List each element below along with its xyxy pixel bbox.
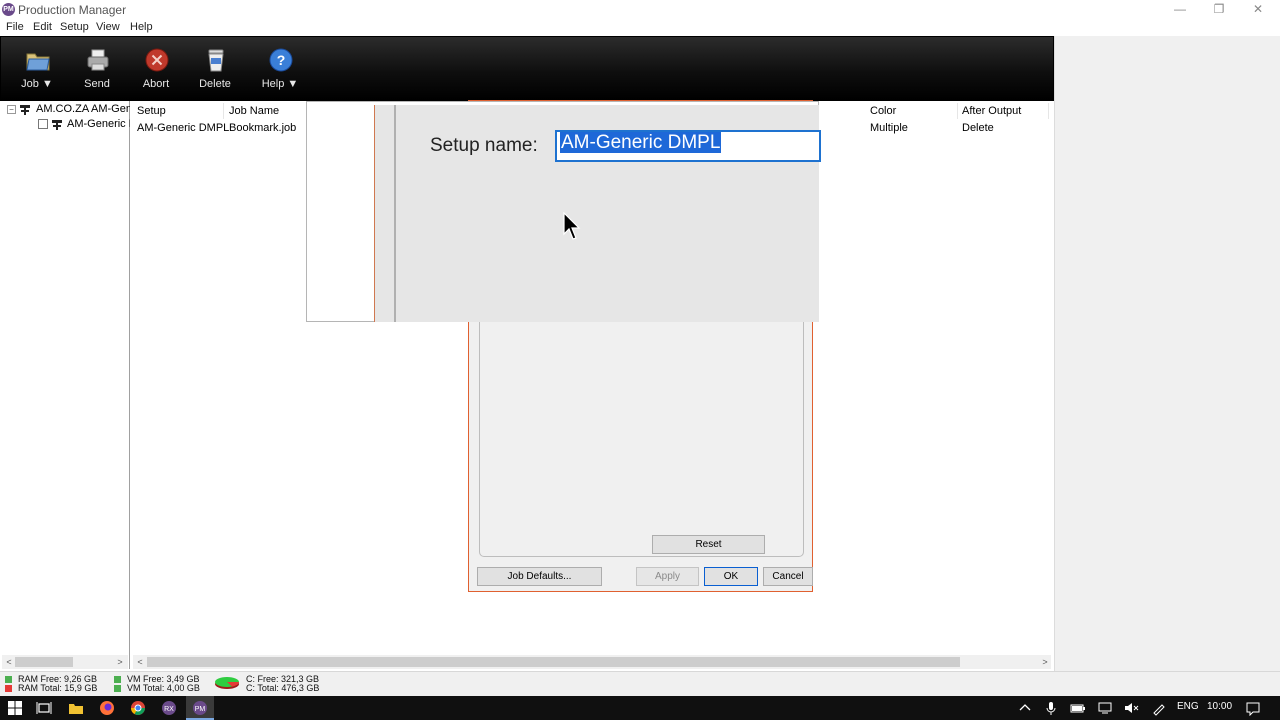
tree-child-item[interactable]: AM-Generic DMPL <box>51 118 130 132</box>
tree-root-label: AM.CO.ZA AM-Generic DMPL <box>36 103 130 115</box>
help-label: Help <box>261 78 285 90</box>
toolbar: Job ▼ Send Abort Delete ? Help ▼ <box>0 36 1054 101</box>
vm-total: VM Total: 4,00 GB <box>127 683 200 693</box>
battery-icon[interactable] <box>1070 700 1086 716</box>
printer-node-icon <box>20 105 30 115</box>
cell-after-output: Delete <box>962 122 994 134</box>
scroll-left-arrow[interactable]: < <box>2 655 16 669</box>
tree-root-item[interactable]: AM.CO.ZA AM-Generic DMPL <box>19 103 130 117</box>
scroll-right-arrow[interactable]: > <box>1038 655 1052 669</box>
abort-button[interactable]: Abort <box>128 44 184 96</box>
status-bar: RAM Free: 9,26 GB RAM Total: 15,9 GB VM … <box>0 671 1280 696</box>
send-button[interactable]: Send <box>69 44 125 96</box>
cell-color: Multiple <box>870 122 908 134</box>
list-horizontal-scrollbar[interactable]: < > <box>133 655 1051 669</box>
windows-start-icon[interactable] <box>7 700 23 716</box>
column-header-after-output[interactable]: After Output <box>962 105 1021 117</box>
scroll-right-arrow[interactable]: > <box>113 655 127 669</box>
window-title: Production Manager <box>18 3 127 17</box>
tree-child-label: AM-Generic DMPL <box>67 118 130 130</box>
language-indicator[interactable]: ENG <box>1177 701 1199 712</box>
delete-label: Delete <box>199 78 231 90</box>
production-manager-taskbar-icon[interactable]: PM <box>192 700 208 716</box>
setup-name-input[interactable]: AM-Generic DMPL <box>555 130 821 162</box>
taskbar: RX PM ENG 10:00 <box>0 696 1280 720</box>
column-separator <box>1048 103 1049 119</box>
file-explorer-icon[interactable] <box>68 700 84 716</box>
restore-button[interactable]: ❐ <box>1199 0 1239 20</box>
help-button[interactable]: ? Help ▼ <box>252 44 308 96</box>
scroll-left-arrow[interactable]: < <box>133 655 147 669</box>
cell-job-name: Bookmark.job <box>229 122 297 134</box>
column-header-setup[interactable]: Setup <box>137 105 166 117</box>
ram-total: RAM Total: 15,9 GB <box>18 683 98 693</box>
cell-setup: AM-Generic DMPL <box>137 122 230 134</box>
help-question-icon: ? <box>269 48 293 72</box>
close-button[interactable]: ✕ <box>1238 0 1278 20</box>
scroll-thumb[interactable] <box>15 657 73 667</box>
column-separator <box>223 103 224 119</box>
panel-divider <box>394 105 396 322</box>
menu-view[interactable]: View <box>96 21 120 33</box>
disk-usage-pie-icon <box>215 677 240 689</box>
scroll-thumb[interactable] <box>147 657 960 667</box>
network-icon[interactable] <box>1097 700 1113 716</box>
rx-app-icon[interactable]: RX <box>161 700 177 716</box>
ok-button[interactable]: OK <box>704 567 758 586</box>
menu-setup[interactable]: Setup <box>60 21 89 33</box>
vm-free-swatch <box>114 676 121 683</box>
job-button[interactable]: Job ▼ <box>9 44 65 96</box>
chrome-icon[interactable] <box>130 700 146 716</box>
clock[interactable]: 10:00 <box>1207 701 1232 712</box>
folder-icon <box>26 53 50 71</box>
title-bar: PM Production Manager — ❐ ✕ <box>0 0 1280 20</box>
pen-icon[interactable] <box>1151 700 1167 716</box>
send-label: Send <box>84 78 110 90</box>
ram-free-swatch <box>5 676 12 683</box>
notifications-icon[interactable] <box>1245 700 1261 716</box>
tree-child-checkbox[interactable] <box>38 119 48 129</box>
column-header-job-name[interactable]: Job Name <box>229 105 279 117</box>
svg-text:PM: PM <box>195 706 206 713</box>
abort-label: Abort <box>142 78 170 90</box>
firefox-icon[interactable] <box>99 700 115 716</box>
ram-total-swatch <box>5 685 12 692</box>
printer-icon <box>87 49 109 71</box>
microphone-icon[interactable] <box>1043 700 1059 716</box>
apply-button[interactable]: Apply <box>636 567 699 586</box>
setup-node-icon <box>52 120 62 130</box>
vm-total-swatch <box>114 685 121 692</box>
mouse-cursor-icon <box>563 212 581 240</box>
svg-text:?: ? <box>277 52 286 68</box>
reset-button[interactable]: Reset <box>652 535 765 554</box>
delete-button[interactable]: Delete <box>187 44 243 96</box>
svg-text:RX: RX <box>164 706 174 713</box>
job-defaults-button[interactable]: Job Defaults... <box>477 567 602 586</box>
chevron-up-icon[interactable] <box>1017 700 1033 716</box>
printer-tree: − AM.CO.ZA AM-Generic DMPL AM-Generic DM… <box>2 101 130 669</box>
options-group-box <box>479 311 804 557</box>
disk-total: C: Total: 476,3 GB <box>246 683 320 693</box>
abort-x-icon <box>145 48 169 72</box>
setup-name-label: Setup name: <box>430 135 538 156</box>
job-dropdown-icon: ▼ <box>41 78 53 90</box>
tree-horizontal-scrollbar[interactable]: < > <box>2 655 128 669</box>
help-dropdown-icon: ▼ <box>287 78 299 90</box>
right-empty-panel <box>1054 36 1280 671</box>
setup-name-value: AM-Generic DMPL <box>560 132 722 153</box>
menu-bar: File Edit Setup View Help <box>0 20 1280 36</box>
job-label: Job <box>21 78 39 90</box>
trash-icon <box>208 49 224 72</box>
cancel-button[interactable]: Cancel <box>763 567 813 586</box>
task-view-icon[interactable] <box>36 700 52 716</box>
column-header-color[interactable]: Color <box>870 105 896 117</box>
volume-muted-icon[interactable] <box>1123 700 1139 716</box>
menu-file[interactable]: File <box>6 21 24 33</box>
minimize-button[interactable]: — <box>1160 0 1200 20</box>
menu-edit[interactable]: Edit <box>33 21 52 33</box>
app-logo-icon: PM <box>2 3 15 16</box>
menu-help[interactable]: Help <box>130 21 153 33</box>
column-separator <box>957 103 958 119</box>
tree-collapse-toggle[interactable]: − <box>7 105 16 114</box>
